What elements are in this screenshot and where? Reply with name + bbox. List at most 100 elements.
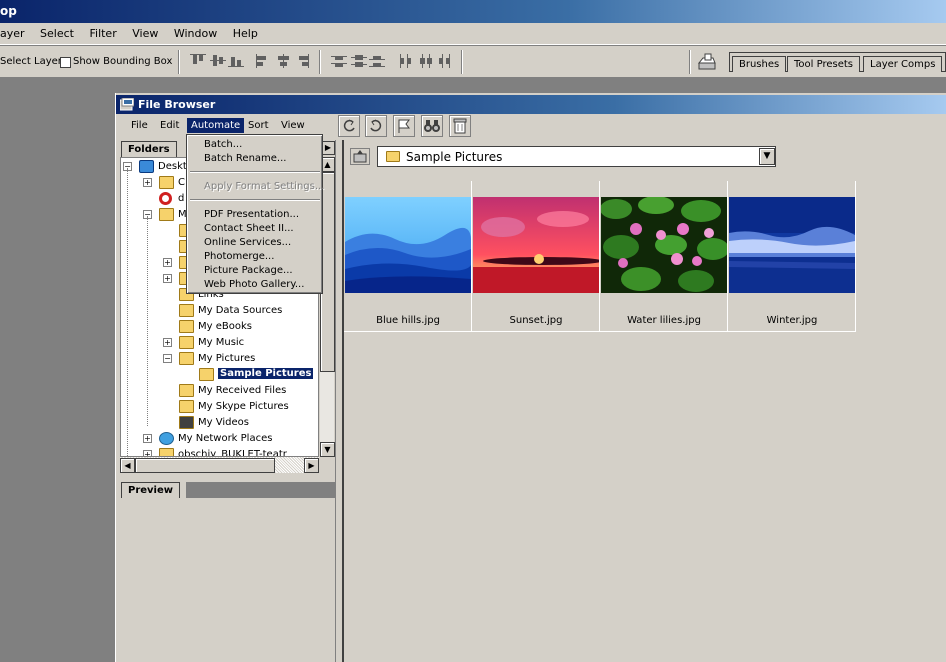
menu-window[interactable]: Window xyxy=(168,23,223,40)
file-browser-toggle-icon[interactable] xyxy=(697,52,717,72)
distribute-top-icon[interactable] xyxy=(331,54,347,68)
show-bounding-box-checkbox[interactable] xyxy=(60,57,71,68)
align-bottom-icon[interactable] xyxy=(228,54,244,68)
tab-tool-presets[interactable]: Tool Presets xyxy=(787,56,860,72)
menu-item-batch[interactable]: Batch... xyxy=(204,139,242,150)
tab-layer-comps[interactable]: Layer Comps xyxy=(863,56,943,72)
tree-expander-icon[interactable]: − xyxy=(163,354,172,363)
flag-icon[interactable] xyxy=(393,115,415,137)
fb-menu-edit[interactable]: Edit xyxy=(160,120,179,131)
show-bounding-box-label: Show Bounding Box xyxy=(73,56,173,67)
menu-item-pdf-presentation[interactable]: PDF Presentation... xyxy=(204,209,299,220)
tree-item-label: My Data Sources xyxy=(198,305,283,316)
tree-item-label: C xyxy=(178,177,185,188)
thumbnail-winter[interactable]: Winter.jpg xyxy=(728,181,856,332)
app-title-bar: op xyxy=(0,0,946,23)
hscroll-thumb[interactable] xyxy=(135,458,275,473)
menu-item-web-photo-gallery[interactable]: Web Photo Gallery... xyxy=(204,279,304,290)
folder-icon xyxy=(179,336,194,349)
blue-hills-image xyxy=(345,197,471,293)
tree-expander-icon[interactable]: + xyxy=(163,274,172,283)
menu-item-batch-rename[interactable]: Batch Rename... xyxy=(204,153,286,164)
tree-expander-icon[interactable]: + xyxy=(163,258,172,267)
file-browser-toolbar xyxy=(338,115,478,140)
fb-menu-automate[interactable]: Automate xyxy=(187,118,245,133)
thumbnail-blue-hills[interactable]: Blue hills.jpg xyxy=(344,181,472,332)
tree-expander-icon[interactable]: + xyxy=(143,178,152,187)
menu-item-apply-format-settings: Apply Format Settings... xyxy=(204,181,325,192)
align-right-icon[interactable] xyxy=(294,54,310,68)
folder-icon xyxy=(386,151,400,162)
file-browser-icon xyxy=(119,97,135,111)
fb-menu-sort[interactable]: Sort xyxy=(248,120,269,131)
menu-select[interactable]: Select xyxy=(34,23,80,40)
video-folder-icon xyxy=(179,416,194,429)
tree-expander-icon[interactable]: + xyxy=(163,338,172,347)
folder-icon xyxy=(179,352,194,365)
align-left-icon[interactable] xyxy=(256,54,272,68)
fb-menu-file[interactable]: File xyxy=(131,120,148,131)
water-lilies-image xyxy=(601,197,727,293)
distribute-right-icon[interactable] xyxy=(436,54,452,68)
forbidden-icon xyxy=(159,192,172,205)
align-vcenter-icon[interactable] xyxy=(210,54,226,68)
distribute-vcenter-icon[interactable] xyxy=(351,54,367,68)
preview-area xyxy=(116,498,335,662)
tree-item-label: My Received Files xyxy=(198,385,287,396)
tab-brushes[interactable]: Brushes xyxy=(732,56,787,72)
up-folder-icon[interactable] xyxy=(350,148,370,165)
menu-layer[interactable]: ayer xyxy=(0,23,31,40)
thumbnail-grid: Blue hills.jpg Sunset.jpg Water lilies.j… xyxy=(343,181,946,662)
scroll-down-icon[interactable]: ▼ xyxy=(320,442,335,457)
pane-splitter[interactable] xyxy=(335,140,343,662)
distribute-bottom-icon[interactable] xyxy=(369,54,385,68)
palette-well: Brushes Tool Presets Layer Comps xyxy=(729,52,946,72)
align-top-icon[interactable] xyxy=(190,54,206,68)
folder-tree-hscrollbar[interactable]: ◀ ▶ xyxy=(120,457,319,473)
tree-expander-icon[interactable]: + xyxy=(143,434,152,443)
preview-tab-strip xyxy=(186,482,335,498)
menu-help[interactable]: Help xyxy=(227,23,264,40)
rotate-ccw-icon[interactable] xyxy=(338,115,360,137)
distribute-left-icon[interactable] xyxy=(398,54,414,68)
panel-resize-handle[interactable] xyxy=(116,473,335,481)
location-dropdown[interactable]: Sample Pictures ▼ xyxy=(377,146,776,167)
file-browser-title: File Browser xyxy=(138,98,216,111)
tree-item-label: My Pictures xyxy=(198,353,256,364)
desktop-icon xyxy=(139,160,154,173)
search-binoculars-icon[interactable] xyxy=(421,115,443,137)
align-hcenter-icon[interactable] xyxy=(276,54,292,68)
tree-expander-icon[interactable]: + xyxy=(143,450,152,456)
thumbnail-caption: Winter.jpg xyxy=(766,315,818,326)
rotate-cw-icon[interactable] xyxy=(365,115,387,137)
menu-view[interactable]: View xyxy=(126,23,164,40)
tab-folders[interactable]: Folders xyxy=(121,141,177,158)
menu-item-contact-sheet[interactable]: Contact Sheet II... xyxy=(204,223,294,234)
menu-item-photomerge[interactable]: Photomerge... xyxy=(204,251,274,262)
thumbnail-caption: Water lilies.jpg xyxy=(627,315,701,326)
folder-icon xyxy=(159,176,174,189)
folder-icon xyxy=(179,304,194,317)
menu-item-picture-package[interactable]: Picture Package... xyxy=(204,265,293,276)
scroll-right-icon[interactable]: ▶ xyxy=(304,458,319,473)
menu-filter[interactable]: Filter xyxy=(83,23,122,40)
trash-icon[interactable] xyxy=(449,115,471,137)
distribute-hcenter-icon[interactable] xyxy=(418,54,434,68)
folder-icon xyxy=(179,384,194,397)
tree-connector xyxy=(127,168,128,456)
file-browser-title-bar: File Browser xyxy=(116,95,946,114)
panel-expand-arrow-icon[interactable]: ▶ xyxy=(321,141,335,155)
folder-icon xyxy=(159,208,174,221)
menu-item-online-services[interactable]: Online Services... xyxy=(204,237,291,248)
scroll-left-icon[interactable]: ◀ xyxy=(120,458,135,473)
automate-dropdown-menu: Batch... Batch Rename... Apply Format Se… xyxy=(186,134,325,294)
tree-item-label: Sample Pictures xyxy=(218,368,314,379)
chevron-down-icon[interactable]: ▼ xyxy=(759,148,775,165)
app-title: op xyxy=(0,4,17,18)
tab-preview[interactable]: Preview xyxy=(121,482,181,499)
thumbnail-water-lilies[interactable]: Water lilies.jpg xyxy=(600,181,728,332)
thumbnail-sunset[interactable]: Sunset.jpg xyxy=(472,181,600,332)
tree-item-label: My Videos xyxy=(198,417,249,428)
fb-menu-view[interactable]: View xyxy=(281,120,305,131)
tree-item-label: d xyxy=(178,193,185,204)
